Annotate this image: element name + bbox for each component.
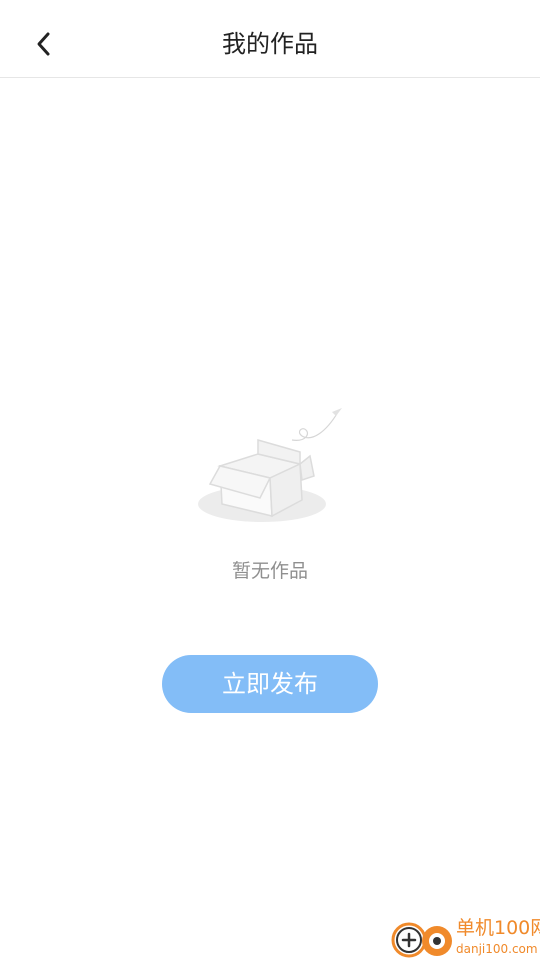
watermark-name: 单机100网 [456, 917, 540, 939]
watermark-logo [391, 922, 452, 958]
watermark: 单机100网 danji100.com [390, 914, 540, 960]
top-bar: 我的作品 [0, 0, 540, 78]
page-title: 我的作品 [222, 30, 318, 58]
watermark-url: danji100.com [456, 942, 538, 956]
publish-now-button[interactable]: 立即发布 [162, 655, 378, 713]
empty-box-icon [198, 408, 342, 522]
empty-state-message: 暂无作品 [231, 560, 308, 582]
